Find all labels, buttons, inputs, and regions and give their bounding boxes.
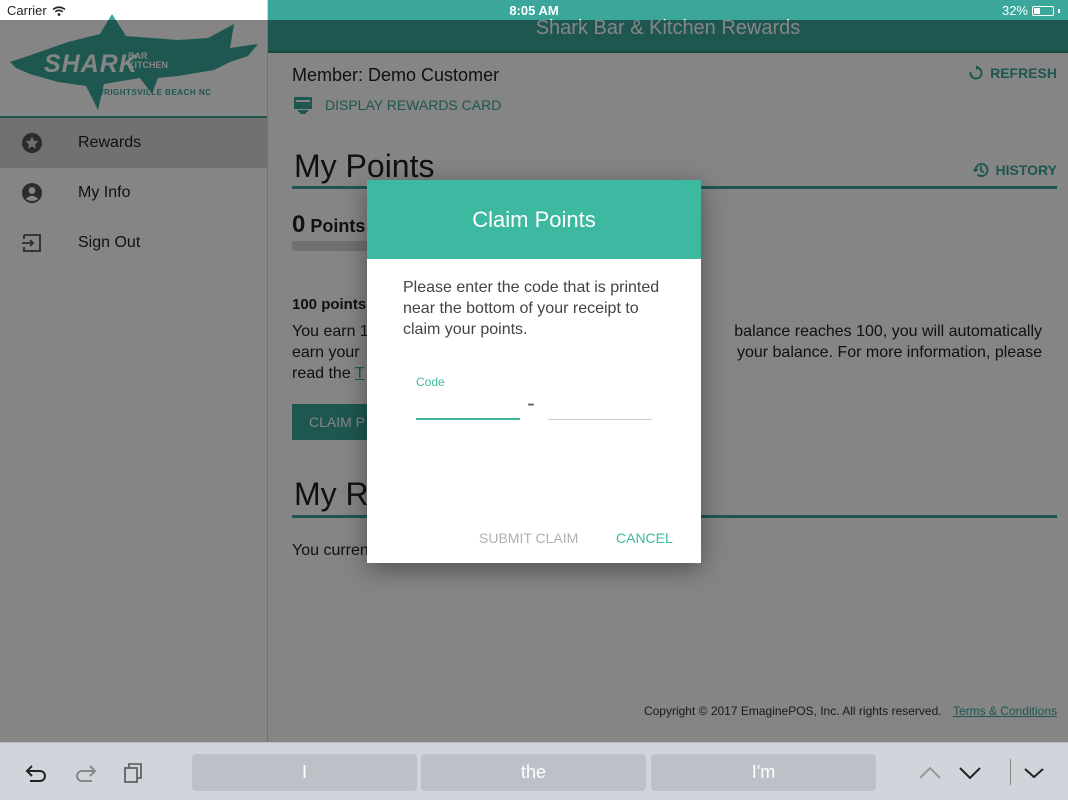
redo-icon[interactable]	[72, 761, 98, 785]
status-time: 8:05 AM	[509, 3, 559, 18]
status-bar: Carrier 8:05 AM 32%	[0, 0, 1068, 20]
claim-points-dialog: Claim Points Please enter the code that …	[367, 180, 701, 563]
dialog-message: Please enter the code that is printed ne…	[403, 279, 660, 338]
suggestion-3[interactable]: I'm	[651, 754, 876, 791]
battery-percent: 32%	[1001, 3, 1028, 18]
submit-claim-button[interactable]: SUBMIT CLAIM	[479, 530, 578, 546]
battery-indicator: 32%	[1002, 3, 1060, 18]
code-input-part1[interactable]	[416, 394, 520, 420]
dismiss-keyboard-icon[interactable]	[1021, 761, 1047, 785]
suggestion-1[interactable]: I	[192, 754, 417, 791]
suggestion-2[interactable]: the	[421, 754, 646, 791]
battery-icon	[1032, 5, 1054, 16]
chevron-up-icon[interactable]	[917, 761, 943, 785]
code-separator: -	[527, 390, 535, 417]
keyboard-shortcut-bar: I the I'm	[0, 742, 1068, 800]
code-label: Code	[416, 375, 445, 389]
divider	[1010, 759, 1011, 785]
cancel-button[interactable]: CANCEL	[616, 530, 673, 546]
code-input-part2[interactable]	[548, 394, 652, 420]
dialog-title: Claim Points	[367, 180, 701, 259]
undo-icon[interactable]	[24, 761, 50, 785]
paste-icon[interactable]	[120, 761, 146, 785]
chevron-down-icon[interactable]	[957, 761, 983, 785]
